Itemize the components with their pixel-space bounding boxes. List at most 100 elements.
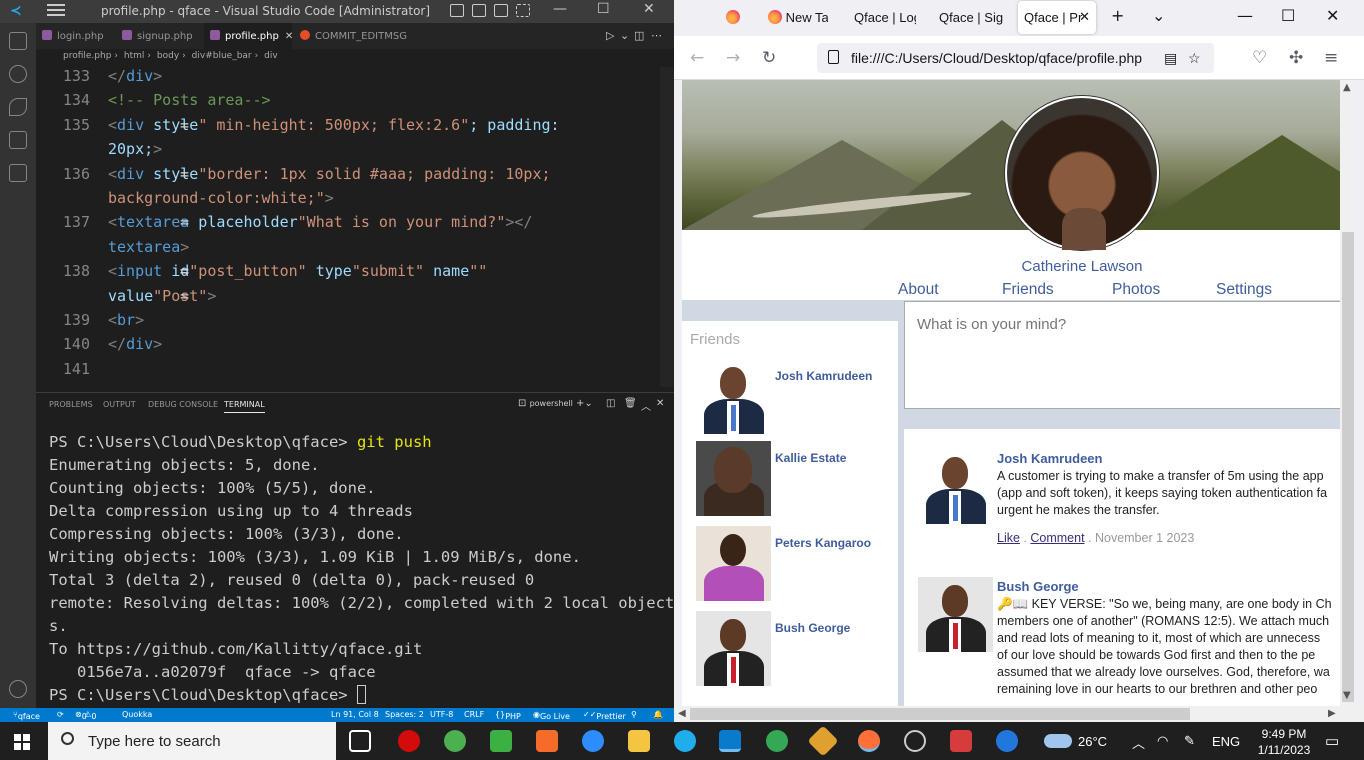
scrollbar-thumb[interactable] bbox=[1342, 232, 1354, 702]
quokka-status[interactable]: Quokka bbox=[122, 710, 152, 719]
forward-icon[interactable]: → bbox=[726, 48, 740, 68]
nav-about[interactable]: About bbox=[898, 281, 939, 299]
page-vertical-scrollbar[interactable]: ▲ ▼ bbox=[1340, 80, 1356, 706]
task-view-icon[interactable] bbox=[349, 730, 371, 752]
toggle-sidebar-icon[interactable] bbox=[450, 4, 464, 17]
app-cube-icon[interactable] bbox=[490, 730, 512, 752]
terminal-output[interactable]: PS C:\Users\Cloud\Desktop\qface> git pus… bbox=[49, 431, 674, 707]
toggle-panel-icon[interactable] bbox=[472, 4, 486, 17]
more-actions-icon[interactable]: ⋯ bbox=[651, 29, 662, 42]
url-bar[interactable]: file:///C:/Users/Cloud/Desktop/qface/pro… bbox=[817, 43, 1214, 73]
run-debug-icon[interactable] bbox=[9, 131, 27, 149]
close-icon[interactable]: ✕ bbox=[643, 1, 655, 17]
breadcrumb-item[interactable]: html bbox=[124, 51, 145, 61]
maximize-icon[interactable]: ☐ bbox=[1281, 6, 1295, 25]
friend-name[interactable]: Kallie Estate bbox=[775, 451, 846, 465]
start-button[interactable] bbox=[14, 734, 30, 750]
tray-overflow-icon[interactable]: ︿ bbox=[1132, 733, 1145, 752]
editor-scrollbar[interactable] bbox=[660, 67, 674, 387]
tab-problems[interactable]: PROBLEMS bbox=[49, 400, 93, 409]
prettier-status[interactable]: ✓✓ Prettier bbox=[583, 710, 626, 721]
minimize-icon[interactable]: — bbox=[553, 1, 567, 17]
pen-icon[interactable]: ✎ bbox=[1184, 733, 1195, 749]
app-menu-icon[interactable]: ≡ bbox=[1324, 48, 1338, 68]
hamburger-menu-icon[interactable] bbox=[47, 4, 65, 18]
app-diamond-icon[interactable] bbox=[807, 725, 839, 757]
app-tool-icon[interactable] bbox=[950, 730, 972, 752]
tab-commit-editmsg[interactable]: COMMIT_EDITMSG bbox=[294, 23, 407, 49]
media-player-icon[interactable] bbox=[904, 730, 926, 752]
breadcrumb-item[interactable]: profile.php bbox=[63, 51, 111, 61]
tab-profile[interactable]: profile.php ✕ bbox=[204, 23, 293, 49]
breadcrumb-item[interactable]: div bbox=[264, 51, 278, 61]
line-ending[interactable]: CRLF bbox=[464, 710, 484, 719]
post-author[interactable]: Bush George bbox=[997, 579, 1079, 594]
input-language[interactable]: ENG bbox=[1212, 734, 1240, 749]
tab-signup[interactable]: signup.php bbox=[116, 23, 202, 49]
maximize-panel-icon[interactable]: ︿ bbox=[641, 398, 651, 413]
new-terminal-icon[interactable]: +⌄ bbox=[576, 398, 593, 409]
scroll-down-icon[interactable]: ▼ bbox=[1343, 690, 1351, 701]
close-tab-icon[interactable]: ✕ bbox=[1079, 9, 1090, 25]
friend-item[interactable]: Bush George bbox=[696, 611, 896, 687]
firefox-view-button[interactable] bbox=[726, 1, 746, 34]
branch-indicator[interactable]: ⑂ qface bbox=[13, 710, 40, 721]
network-icon[interactable]: ◠ bbox=[1157, 733, 1168, 749]
minimize-icon[interactable]: — bbox=[1237, 6, 1253, 25]
page-info-icon[interactable] bbox=[828, 50, 839, 64]
friend-name[interactable]: Peters Kangaroo bbox=[775, 536, 871, 550]
chrome-icon[interactable] bbox=[444, 730, 466, 752]
page-horizontal-scrollbar[interactable]: ◀ ▶ bbox=[674, 706, 1364, 722]
scrollbar-thumb[interactable] bbox=[690, 708, 1190, 720]
friend-name[interactable]: Josh Kamrudeen bbox=[775, 369, 872, 383]
indentation[interactable]: Spaces: 2 bbox=[385, 710, 424, 719]
zoom-icon[interactable] bbox=[582, 730, 604, 752]
scroll-up-icon[interactable]: ▲ bbox=[1343, 82, 1351, 93]
friend-item[interactable]: Josh Kamrudeen bbox=[696, 359, 896, 435]
scroll-right-icon[interactable]: ▶ bbox=[1328, 708, 1336, 719]
scroll-left-icon[interactable]: ◀ bbox=[678, 708, 686, 719]
explorer-icon[interactable] bbox=[9, 32, 27, 50]
system-clock[interactable]: 9:49 PM 1/11/2023 bbox=[1254, 726, 1314, 758]
tab-qface-signup[interactable]: Qface | Sign bbox=[939, 1, 1003, 34]
feedback-icon[interactable]: ⚲ bbox=[631, 710, 637, 719]
reader-view-icon[interactable]: ▤ bbox=[1164, 50, 1177, 67]
help-icon[interactable] bbox=[996, 730, 1018, 752]
tab-qface-login[interactable]: Qface | Log bbox=[854, 1, 916, 34]
tab-debug-console[interactable]: DEBUG CONSOLE bbox=[148, 400, 218, 409]
firefox-taskbar-icon[interactable] bbox=[858, 730, 880, 752]
opera-icon[interactable] bbox=[398, 730, 420, 752]
weather-icon[interactable] bbox=[1044, 734, 1072, 748]
list-all-tabs-icon[interactable]: ⌄ bbox=[1152, 6, 1165, 25]
close-tab-icon[interactable]: ✕ bbox=[285, 31, 293, 42]
like-link[interactable]: Like bbox=[997, 531, 1020, 545]
tab-output[interactable]: OUTPUT bbox=[103, 400, 136, 409]
xampp-icon[interactable] bbox=[536, 730, 558, 752]
extensions-icon[interactable] bbox=[9, 164, 27, 182]
cursor-position[interactable]: Ln 91, Col 8 bbox=[331, 710, 379, 719]
breadcrumb-item[interactable]: body bbox=[157, 51, 179, 61]
problems-indicator[interactable]: ⊗ 0 ⚠ 0 bbox=[75, 710, 97, 721]
notifications-icon[interactable]: 🔔 bbox=[653, 710, 663, 719]
post-textarea[interactable] bbox=[905, 302, 1340, 408]
terminal-shell-selector[interactable]: ⊡ powershell bbox=[518, 398, 573, 409]
run-icon[interactable]: ▷ bbox=[606, 29, 614, 42]
taskbar-search[interactable]: Type here to search bbox=[48, 722, 336, 760]
kill-terminal-icon[interactable]: 🗑 bbox=[624, 398, 637, 409]
pocket-icon[interactable]: ♡ bbox=[1252, 48, 1267, 68]
friend-item[interactable]: Peters Kangaroo bbox=[696, 526, 896, 602]
tab-terminal[interactable]: TERMINAL bbox=[224, 400, 265, 413]
close-panel-icon[interactable]: ✕ bbox=[656, 398, 664, 409]
tab-qface-profile[interactable]: Qface | Pr ✕ bbox=[1018, 1, 1096, 34]
sync-icon[interactable]: ⟳ bbox=[57, 710, 64, 719]
notifications-icon[interactable]: ▭ bbox=[1325, 732, 1339, 750]
tab-new-tab[interactable]: New Tab bbox=[768, 1, 828, 34]
vscode-taskbar-icon[interactable] bbox=[719, 730, 741, 752]
search-icon[interactable] bbox=[9, 65, 27, 83]
breadcrumb-item[interactable]: div#blue_bar bbox=[192, 51, 252, 61]
nav-settings[interactable]: Settings bbox=[1216, 281, 1272, 299]
language-mode[interactable]: {} PHP bbox=[495, 710, 521, 721]
maximize-icon[interactable]: ☐ bbox=[597, 1, 610, 17]
chrome-profile-icon[interactable] bbox=[766, 730, 788, 752]
reload-icon[interactable]: ↻ bbox=[762, 48, 776, 68]
